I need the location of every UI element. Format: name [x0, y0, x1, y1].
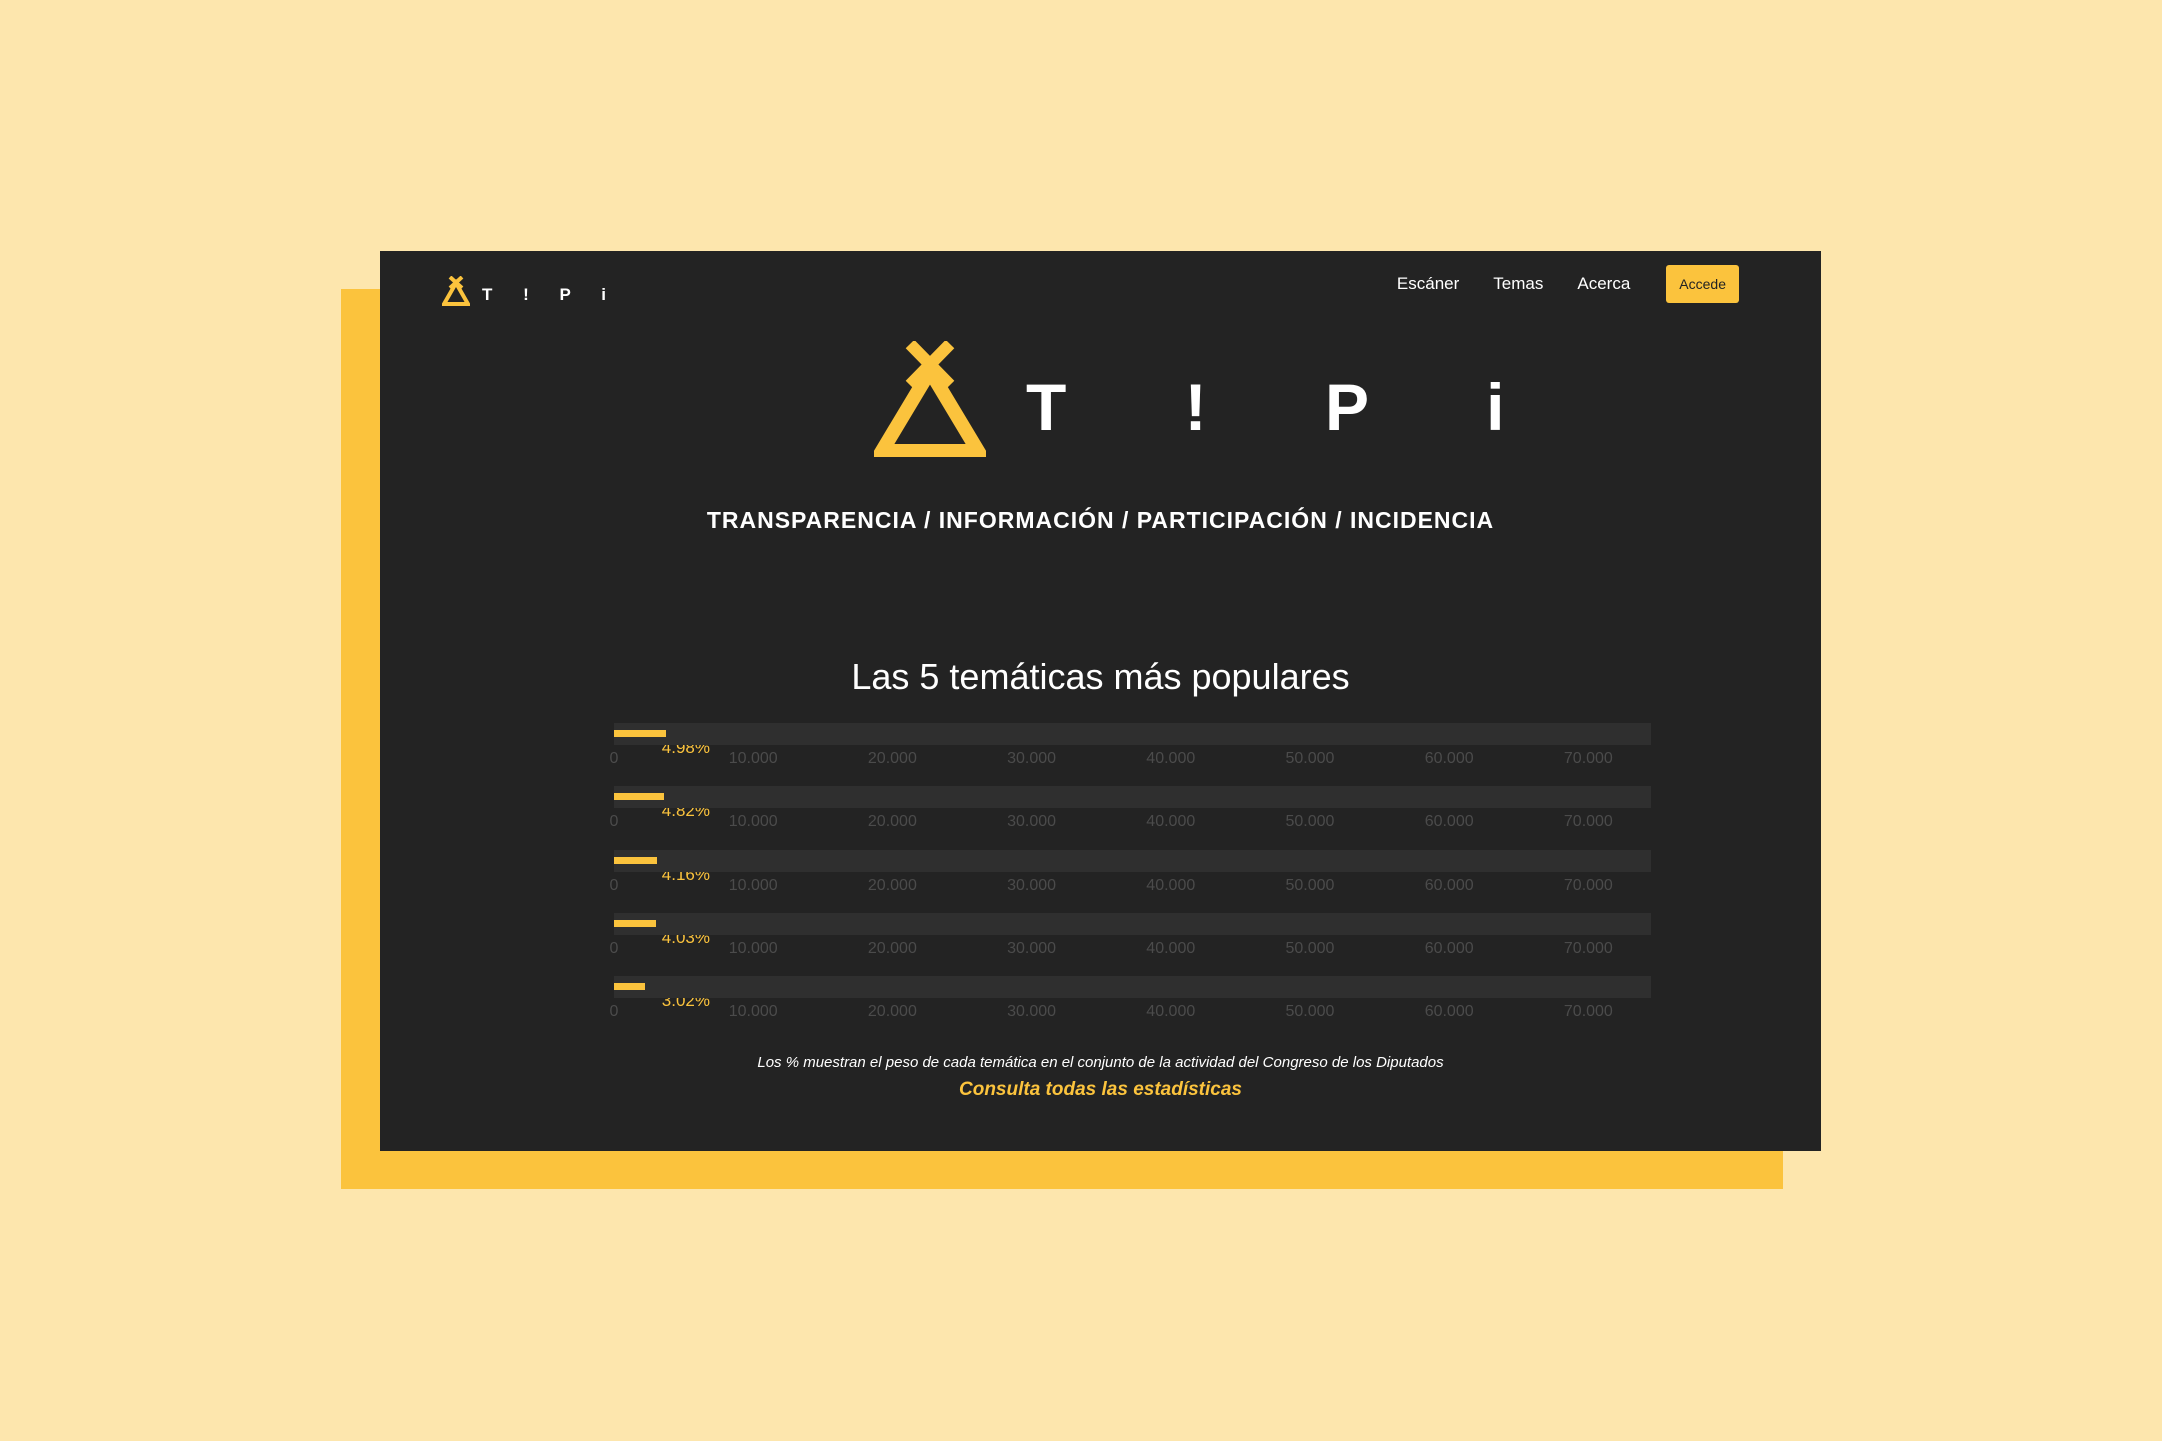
tick-label: 70.000	[1563, 813, 1613, 831]
bar-track	[614, 786, 1651, 809]
tick-label: 70.000	[1563, 750, 1613, 767]
tick-label: 50.000	[1285, 1003, 1335, 1021]
popular-topics-chart: Infancia4.98%010.00020.00030.00040.00050…	[380, 251, 1821, 1151]
chart-footnote: Los % muestran el peso de cada temática …	[757, 1054, 1444, 1071]
tick-label: 10.000	[728, 939, 778, 957]
tick-label: 20.000	[867, 939, 917, 957]
tick-label: 30.000	[1007, 939, 1057, 957]
tick-label: 50.000	[1285, 750, 1335, 767]
tick-label: 70.000	[1563, 939, 1613, 957]
tick-label: 30.000	[1007, 876, 1057, 894]
tick-label: 40.000	[1146, 750, 1196, 767]
tick-label: 60.000	[1424, 939, 1474, 957]
tick-label: 20.000	[867, 876, 917, 894]
tick-label: 70.000	[1563, 1003, 1613, 1021]
tick-label: 50.000	[1285, 876, 1335, 894]
tick-label: 70.000	[1563, 876, 1613, 894]
browser-window: T ! P i Escáner Temas Acerca Accede T ! …	[380, 251, 1821, 1151]
tick-label: 40.000	[1146, 813, 1196, 831]
bar-track	[614, 723, 1651, 745]
tick-label: 60.000	[1424, 1003, 1474, 1021]
tick-label: 50.000	[1285, 939, 1335, 957]
tick-label: 10.000	[728, 813, 778, 831]
tick-label: 30.000	[1007, 1003, 1057, 1021]
bar-track	[614, 912, 1651, 935]
tick-label: 30.000	[1007, 813, 1057, 831]
tick-label: 0	[609, 750, 619, 767]
tick-label: 60.000	[1424, 876, 1474, 894]
bar[interactable]	[614, 983, 646, 991]
tick-label: 60.000	[1424, 750, 1474, 767]
tick-label: 40.000	[1146, 876, 1196, 894]
tick-label: 50.000	[1285, 813, 1335, 831]
tick-label: 0	[609, 876, 619, 894]
bar[interactable]	[614, 793, 665, 801]
all-stats-link[interactable]: Consulta todas las estadísticas	[380, 1079, 1821, 1101]
tick-label: 40.000	[1146, 939, 1196, 957]
tick-label: 40.000	[1146, 1003, 1196, 1021]
bar[interactable]	[614, 919, 656, 927]
tick-label: 10.000	[728, 1003, 778, 1021]
tick-label: 20.000	[867, 1003, 917, 1021]
tick-label: 0	[609, 813, 619, 831]
tick-label: 10.000	[728, 876, 778, 894]
bar-track	[614, 976, 1651, 999]
tick-label: 0	[609, 1003, 619, 1021]
tick-label: 60.000	[1424, 813, 1474, 831]
tick-label: 20.000	[867, 813, 917, 831]
tick-label: 0	[609, 939, 619, 957]
bar-track	[614, 849, 1651, 872]
tick-label: 20.000	[867, 750, 917, 767]
bar[interactable]	[614, 730, 666, 737]
tick-label: 10.000	[728, 750, 778, 767]
bar[interactable]	[614, 856, 658, 864]
tick-label: 30.000	[1007, 750, 1057, 767]
